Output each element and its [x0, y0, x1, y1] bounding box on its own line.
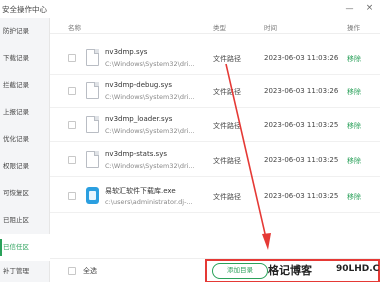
file-time: 2023-06-03 11:03:25 — [264, 156, 339, 164]
add-directory-button[interactable]: 添加目录 — [212, 263, 268, 279]
file-path: C:\Windows\System32\dri... — [105, 60, 195, 68]
file-time: 2023-06-03 11:03:26 — [264, 54, 339, 62]
sidebar-item-blocked[interactable]: 已阻止区 — [0, 207, 50, 234]
sidebar-item-optimize-log[interactable]: 优化记录 — [0, 126, 50, 153]
file-time: 2023-06-03 11:03:25 — [264, 192, 339, 200]
sidebar-item-block-log[interactable]: 拦截记录 — [0, 72, 50, 99]
header-action: 操作 — [347, 24, 360, 32]
file-name: 易软汇软件下载库.exe — [105, 187, 176, 195]
file-name: nv3dmp-debug.sys — [105, 81, 172, 89]
table-row: nv3dmp.sys C:\Windows\System32\dri... 文件… — [50, 42, 380, 75]
close-icon[interactable]: × — [364, 3, 375, 14]
file-path: C:\Windows\System32\dri... — [105, 162, 195, 170]
window-title: 安全操作中心 — [2, 5, 47, 14]
file-path: C:\Windows\System32\dri... — [105, 127, 195, 135]
row-checkbox[interactable] — [68, 121, 76, 129]
watermark-text: 格记博客 — [268, 264, 312, 277]
row-checkbox[interactable] — [68, 192, 76, 200]
file-icon — [86, 151, 99, 168]
watermark-domain: 90LHD.C — [336, 264, 380, 274]
sidebar-item-restorable[interactable]: 可恢复区 — [0, 180, 50, 207]
sidebar-item-trusted[interactable]: 已信任区 — [0, 234, 50, 261]
file-type: 文件路径 — [213, 122, 241, 130]
file-time: 2023-06-03 11:03:25 — [264, 121, 339, 129]
file-icon — [86, 49, 99, 66]
sidebar: 防护记录 下载记录 拦截记录 上报记录 优化记录 权限记录 可恢复区 已阻止区 … — [0, 18, 50, 282]
select-all-checkbox[interactable] — [68, 267, 76, 275]
app-icon — [86, 187, 99, 204]
remove-link[interactable]: 移除 — [347, 121, 361, 131]
header-time: 时间 — [264, 24, 277, 32]
file-path: C:\Windows\System32\dri... — [105, 93, 195, 101]
row-checkbox[interactable] — [68, 87, 76, 95]
title-bar: 安全操作中心 — × — [0, 0, 380, 18]
table-row: nv3dmp-debug.sys C:\Windows\System32\dri… — [50, 75, 380, 108]
sidebar-item-protection-log[interactable]: 防护记录 — [0, 18, 50, 45]
remove-link[interactable]: 移除 — [347, 192, 361, 202]
file-name: nv3dmp_loader.sys — [105, 115, 173, 123]
file-icon — [86, 82, 99, 99]
file-type: 文件路径 — [213, 193, 241, 201]
row-checkbox[interactable] — [68, 54, 76, 62]
file-path: c:\users\administrator.dj-... — [105, 198, 193, 206]
select-all-label[interactable]: 全选 — [83, 266, 97, 276]
table-header: 名称 类型 时间 操作 — [50, 18, 380, 34]
header-name: 名称 — [68, 24, 81, 32]
remove-link[interactable]: 移除 — [347, 87, 361, 97]
sidebar-item-patch[interactable]: 补丁管理 — [0, 261, 50, 282]
file-type: 文件路径 — [213, 157, 241, 165]
sidebar-item-download-log[interactable]: 下载记录 — [0, 45, 50, 72]
table-row: 易软汇软件下载库.exe c:\users\administrator.dj-.… — [50, 180, 380, 213]
file-name: nv3dmp.sys — [105, 48, 148, 56]
file-icon — [86, 116, 99, 133]
remove-link[interactable]: 移除 — [347, 54, 361, 64]
sidebar-item-report-log[interactable]: 上报记录 — [0, 99, 50, 126]
header-type: 类型 — [213, 24, 226, 32]
footer-bar: 全选 添加目录 格记博客 90LHD.C — [50, 258, 380, 282]
table-row: nv3dmp_loader.sys C:\Windows\System32\dr… — [50, 109, 380, 142]
file-type: 文件路径 — [213, 88, 241, 96]
sidebar-item-permission-log[interactable]: 权限记录 — [0, 153, 50, 180]
row-checkbox[interactable] — [68, 156, 76, 164]
minimize-icon[interactable]: — — [344, 3, 355, 14]
remove-link[interactable]: 移除 — [347, 156, 361, 166]
trusted-list-panel: 名称 类型 时间 操作 nv3dmp.sys C:\Windows\System… — [50, 18, 380, 282]
table-row: nv3dmp-stats.sys C:\Windows\System32\dri… — [50, 144, 380, 177]
file-type: 文件路径 — [213, 55, 241, 63]
file-name: nv3dmp-stats.sys — [105, 150, 167, 158]
file-time: 2023-06-03 11:03:26 — [264, 87, 339, 95]
